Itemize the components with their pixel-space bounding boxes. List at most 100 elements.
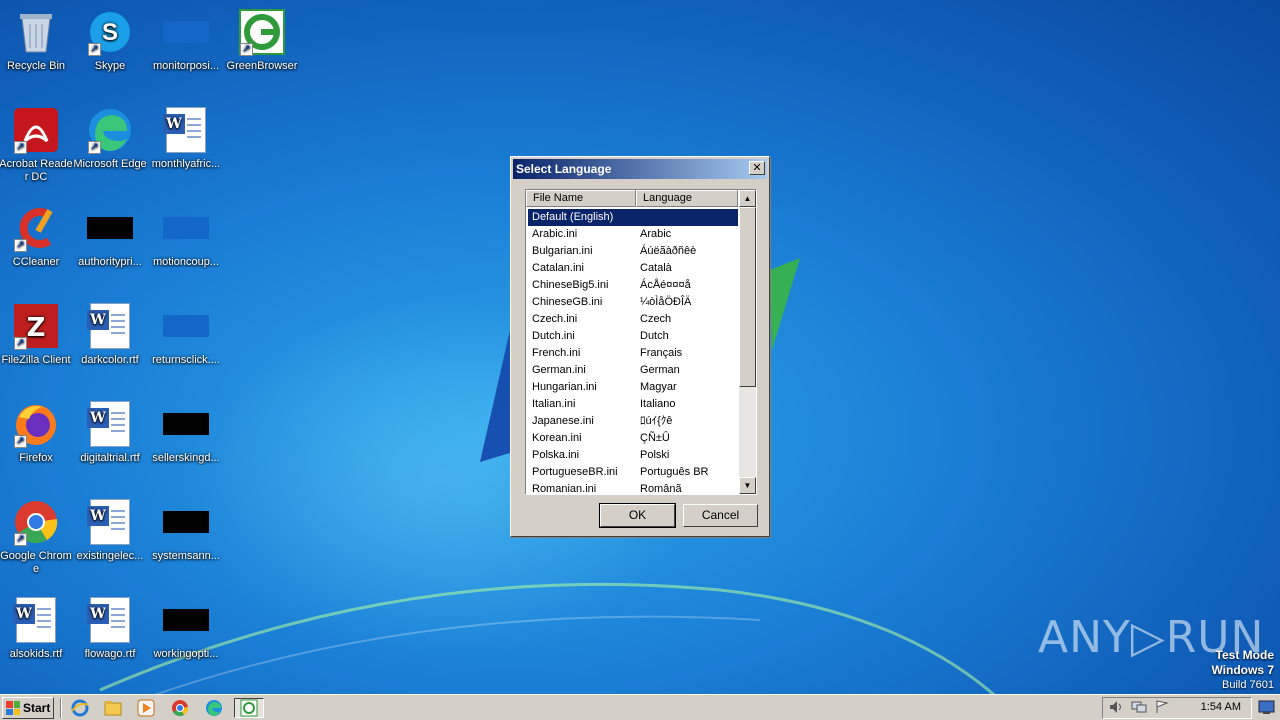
language-cell: Português BR [640, 466, 709, 478]
list-item[interactable]: German.ini German [528, 362, 738, 379]
taskbar-ie-icon[interactable] [70, 698, 90, 718]
taskbar: Start 1:54 AM [0, 694, 1280, 720]
scroll-up-button[interactable]: ▲ [739, 190, 756, 207]
file-icon [162, 400, 210, 448]
list-item[interactable]: Czech.ini Czech [528, 311, 738, 328]
desktop-icon-filezilla[interactable]: Z ↗ FileZilla Client [0, 302, 74, 367]
desktop-icon-returnsclick[interactable]: returnsclick.... [148, 302, 224, 367]
clock[interactable]: 1:54 AM [1201, 701, 1241, 713]
file-name-cell: Polska.ini [532, 449, 580, 461]
scroll-down-button[interactable]: ▼ [739, 477, 756, 494]
desktop-icon-digitaltrial[interactable]: W digitaltrial.rtf [72, 400, 148, 465]
close-button[interactable]: ✕ [749, 161, 765, 175]
taskbar-separator [60, 698, 62, 718]
language-cell [638, 209, 738, 226]
taskbar-explorer-icon[interactable] [103, 698, 123, 718]
list-item[interactable]: Romanian.ini Românã [528, 481, 738, 495]
list-item[interactable]: ChineseGB.ini ¼òÌåÖÐÎÄ [528, 294, 738, 311]
word-document-icon: W [86, 302, 134, 350]
shortcut-arrow-icon: ↗ [88, 141, 101, 154]
list-item[interactable]: French.ini Français [528, 345, 738, 362]
column-header-language[interactable]: Language [636, 190, 738, 207]
start-label: Start [23, 701, 51, 715]
file-name-cell: Czech.ini [532, 313, 578, 325]
list-item[interactable]: Catalan.ini Català [528, 260, 738, 277]
file-icon [162, 498, 210, 546]
desktop-icon-monthlyafric[interactable]: W monthlyafric... [148, 106, 224, 171]
list-rows: Default (English) Arabic.ini Arabic Bulgari… [528, 209, 738, 495]
language-list[interactable]: File Name Language Default (English) Arab… [525, 189, 757, 495]
acrobat-icon: ↗ [12, 106, 60, 154]
desktop-icon-authoritypri[interactable]: authoritypri... [72, 204, 148, 269]
desktop-icon-firefox[interactable]: ↗ Firefox [0, 400, 74, 465]
file-name-cell: Default (English) [532, 211, 614, 223]
list-item[interactable]: Korean.ini ÇÑ±Û [528, 430, 738, 447]
desktop-icon-edge[interactable]: ↗ Microsoft Edge [72, 106, 148, 171]
file-name-cell: Japanese.ini [532, 415, 594, 427]
taskbar-greenbrowser-icon[interactable] [234, 698, 264, 718]
language-cell: ÇÑ±Û [640, 432, 670, 444]
close-icon: ✕ [752, 162, 762, 174]
list-item[interactable]: Bulgarian.ini Áúëãàðñêè [528, 243, 738, 260]
list-item[interactable]: Default (English) [528, 209, 738, 226]
show-desktop-icon[interactable] [1258, 699, 1276, 715]
volume-icon[interactable] [1109, 700, 1123, 717]
desktop-icon-alsokids[interactable]: W alsokids.rtf [0, 596, 74, 661]
file-icon [86, 204, 134, 252]
desktop-icon-monitorposi[interactable]: monitorposi... [148, 8, 224, 73]
list-item[interactable]: Japanese.ini ﾛúｲ{ｸê [528, 413, 738, 430]
network-icon[interactable] [1131, 700, 1147, 717]
desktop-icon-systemsann[interactable]: systemsann... [148, 498, 224, 563]
list-item[interactable]: Arabic.ini Arabic [528, 226, 738, 243]
desktop-icon-chrome[interactable]: ↗ Google Chrome [0, 498, 74, 576]
language-cell: Polski [640, 449, 670, 461]
list-item[interactable]: PortugueseBR.ini Português BR [528, 464, 738, 481]
language-cell: Arabic [640, 228, 672, 240]
greenbrowser-icon: ↗ [238, 8, 286, 56]
recycle-bin-icon [12, 8, 60, 56]
language-cell: Românã [640, 483, 682, 495]
desktop-icon-darkcolor[interactable]: W darkcolor.rtf [72, 302, 148, 367]
desktop-icon-acrobat[interactable]: ↗ Acrobat Reader DC [0, 106, 74, 184]
list-item[interactable]: Italian.ini Italiano [528, 396, 738, 413]
desktop-icon-ccleaner[interactable]: ↗ CCleaner [0, 204, 74, 269]
windows-logo-icon [6, 701, 20, 715]
list-item[interactable]: Dutch.ini Dutch [528, 328, 738, 345]
desktop-icon-workingopti[interactable]: workingopti... [148, 596, 224, 661]
taskbar-media-player-icon[interactable] [136, 698, 156, 718]
file-name-cell: PortugueseBR.ini [532, 466, 618, 478]
desktop-icon-skype[interactable]: S ↗ Skype [72, 8, 148, 73]
desktop-icon-existingelec[interactable]: W existingelec... [72, 498, 148, 563]
taskbar-edge-icon[interactable] [204, 698, 224, 718]
desktop-icon-sellerskingd[interactable]: sellerskingd... [148, 400, 224, 465]
file-name-cell: Romanian.ini [532, 483, 597, 495]
language-cell: Dutch [640, 330, 669, 342]
language-cell: Italiano [640, 398, 676, 410]
desktop-icon-recycle-bin[interactable]: Recycle Bin [0, 8, 74, 73]
action-center-flag-icon[interactable] [1155, 699, 1169, 717]
list-item[interactable]: ChineseBig5.ini ÁcÅé¤¤¤å [528, 277, 738, 294]
start-button[interactable]: Start [2, 697, 54, 719]
column-header-file-name[interactable]: File Name [526, 190, 636, 207]
dialog-titlebar[interactable]: Select Language ✕ [513, 159, 767, 179]
shortcut-arrow-icon: ↗ [14, 337, 27, 350]
desktop-icon-motioncoup[interactable]: motioncoup... [148, 204, 224, 269]
desktop-icon-greenbrowser[interactable]: ↗ GreenBrowser [224, 8, 300, 73]
language-cell: Català [640, 262, 672, 274]
ok-button[interactable]: OK [599, 503, 676, 528]
desktop-icon-flowago[interactable]: W flowago.rtf [72, 596, 148, 661]
list-item[interactable]: Polska.ini Polski [528, 447, 738, 464]
cancel-button[interactable]: Cancel [683, 504, 758, 527]
shortcut-arrow-icon: ↗ [88, 43, 101, 56]
list-item[interactable]: Hungarian.ini Magyar [528, 379, 738, 396]
list-header: File Name Language [526, 190, 738, 207]
file-name-cell: Korean.ini [532, 432, 582, 444]
vertical-scrollbar[interactable]: ▲ ▼ [739, 190, 756, 494]
scroll-thumb[interactable] [739, 207, 756, 387]
build-label: Build 7601 [1222, 679, 1274, 691]
file-name-cell: Italian.ini [532, 398, 576, 410]
taskbar-chrome-icon[interactable] [170, 698, 190, 718]
test-mode-watermark: Test Mode Windows 7 Build 7601 [1211, 648, 1274, 692]
language-cell: ﾛúｲ{ｸê [640, 415, 673, 427]
chrome-icon: ↗ [12, 498, 60, 546]
